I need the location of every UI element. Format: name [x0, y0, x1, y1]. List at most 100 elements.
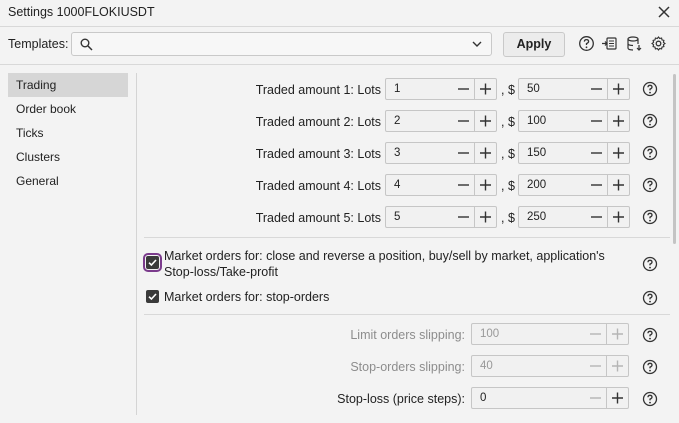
minus-icon[interactable]: [453, 79, 474, 99]
plus-icon[interactable]: [606, 388, 628, 408]
minus-icon[interactable]: [586, 111, 607, 131]
plus-icon[interactable]: [606, 356, 628, 376]
minus-icon[interactable]: [453, 207, 474, 227]
panel-divider: [136, 73, 137, 415]
help-icon[interactable]: [642, 256, 658, 272]
stoploss-value[interactable]: 0: [480, 392, 486, 404]
plus-icon[interactable]: [474, 207, 496, 227]
lots-stepper[interactable]: 3: [385, 142, 497, 164]
sidebar-item-clusters[interactable]: Clusters: [8, 145, 128, 169]
sidebar-item-ticks[interactable]: Ticks: [8, 121, 128, 145]
currency-separator: , $: [501, 211, 515, 225]
plus-icon[interactable]: [474, 143, 496, 163]
stoploss-label: Stop-loss (price steps):: [337, 392, 465, 406]
traded-amount-label: Traded amount 5: Lots: [255, 211, 381, 225]
usd-stepper[interactable]: 200: [518, 174, 630, 196]
minus-icon[interactable]: [586, 143, 607, 163]
plus-icon[interactable]: [474, 79, 496, 99]
lots-value[interactable]: 5: [394, 211, 400, 223]
minus-icon[interactable]: [453, 143, 474, 163]
help-icon[interactable]: [642, 177, 658, 193]
plus-icon[interactable]: [607, 143, 629, 163]
limit-slipping-stepper[interactable]: 100: [471, 323, 629, 345]
market-orders-close-checkbox[interactable]: [143, 253, 162, 272]
lots-value[interactable]: 4: [394, 179, 400, 191]
templates-label: Templates:: [8, 37, 69, 51]
traded-amount-label: Traded amount 1: Lots: [255, 83, 381, 97]
currency-separator: , $: [501, 115, 515, 129]
stoploss-stepper[interactable]: 0: [471, 387, 629, 409]
database-icon[interactable]: [626, 35, 643, 52]
help-icon[interactable]: [642, 81, 658, 97]
minus-icon[interactable]: [585, 356, 606, 376]
sidebar-item-trading[interactable]: Trading: [8, 73, 128, 97]
divider: [144, 237, 670, 238]
help-icon[interactable]: [642, 209, 658, 225]
market-orders-close-label: Market orders for: close and reverse a p…: [164, 249, 605, 279]
search-icon: [80, 38, 93, 51]
help-icon[interactable]: [642, 145, 658, 161]
plus-icon[interactable]: [606, 324, 628, 344]
stop-slipping-stepper[interactable]: 40: [471, 355, 629, 377]
traded-amount-label: Traded amount 3: Lots: [255, 147, 381, 161]
plus-icon[interactable]: [607, 79, 629, 99]
stop-slipping-value[interactable]: 40: [480, 360, 493, 372]
divider: [0, 64, 679, 65]
usd-stepper[interactable]: 250: [518, 206, 630, 228]
minus-icon[interactable]: [585, 388, 606, 408]
lots-value[interactable]: 3: [394, 147, 400, 159]
plus-icon[interactable]: [607, 175, 629, 195]
help-icon[interactable]: [642, 113, 658, 129]
title-bar: Settings 1000FLOKIUSDT: [0, 0, 679, 26]
minus-icon[interactable]: [586, 175, 607, 195]
plus-icon[interactable]: [474, 111, 496, 131]
help-icon[interactable]: [642, 359, 658, 375]
help-icon[interactable]: [642, 327, 658, 343]
check-icon: [148, 293, 157, 301]
plus-icon[interactable]: [474, 175, 496, 195]
usd-value[interactable]: 250: [527, 211, 546, 223]
limit-slipping-value[interactable]: 100: [480, 328, 499, 340]
apply-button[interactable]: Apply: [503, 32, 565, 57]
lots-stepper[interactable]: 5: [385, 206, 497, 228]
traded-amount-label: Traded amount 4: Lots: [255, 179, 381, 193]
sidebar-item-order-book[interactable]: Order book: [8, 97, 128, 121]
usd-stepper[interactable]: 50: [518, 78, 630, 100]
help-icon[interactable]: [642, 391, 658, 407]
template-import-icon[interactable]: [601, 35, 618, 52]
divider: [144, 314, 670, 315]
usd-stepper[interactable]: 150: [518, 142, 630, 164]
plus-icon[interactable]: [607, 207, 629, 227]
lots-value[interactable]: 1: [394, 83, 400, 95]
stop-slipping-label: Stop-orders slipping:: [350, 360, 465, 374]
lots-stepper[interactable]: 2: [385, 110, 497, 132]
chevron-down-icon[interactable]: [471, 38, 483, 50]
currency-separator: , $: [501, 83, 515, 97]
market-orders-stop-label: Market orders for: stop-orders: [164, 290, 330, 304]
gear-icon[interactable]: [650, 35, 667, 52]
lots-stepper[interactable]: 4: [385, 174, 497, 196]
sidebar-item-general[interactable]: General: [8, 169, 128, 193]
usd-value[interactable]: 200: [527, 179, 546, 191]
templates-select[interactable]: [71, 32, 492, 56]
usd-stepper[interactable]: 100: [518, 110, 630, 132]
minus-icon[interactable]: [453, 175, 474, 195]
window-title: Settings 1000FLOKIUSDT: [8, 5, 155, 19]
close-icon[interactable]: [655, 3, 673, 21]
plus-icon[interactable]: [607, 111, 629, 131]
minus-icon[interactable]: [453, 111, 474, 131]
scrollbar[interactable]: [673, 74, 676, 244]
minus-icon[interactable]: [586, 207, 607, 227]
help-icon[interactable]: [642, 290, 658, 306]
usd-value[interactable]: 50: [527, 83, 540, 95]
divider: [0, 26, 679, 27]
traded-amount-label: Traded amount 2: Lots: [255, 115, 381, 129]
lots-value[interactable]: 2: [394, 115, 400, 127]
lots-stepper[interactable]: 1: [385, 78, 497, 100]
help-icon[interactable]: [578, 35, 595, 52]
minus-icon[interactable]: [586, 79, 607, 99]
minus-icon[interactable]: [585, 324, 606, 344]
usd-value[interactable]: 100: [527, 115, 546, 127]
market-orders-stop-checkbox[interactable]: [146, 290, 159, 303]
usd-value[interactable]: 150: [527, 147, 546, 159]
